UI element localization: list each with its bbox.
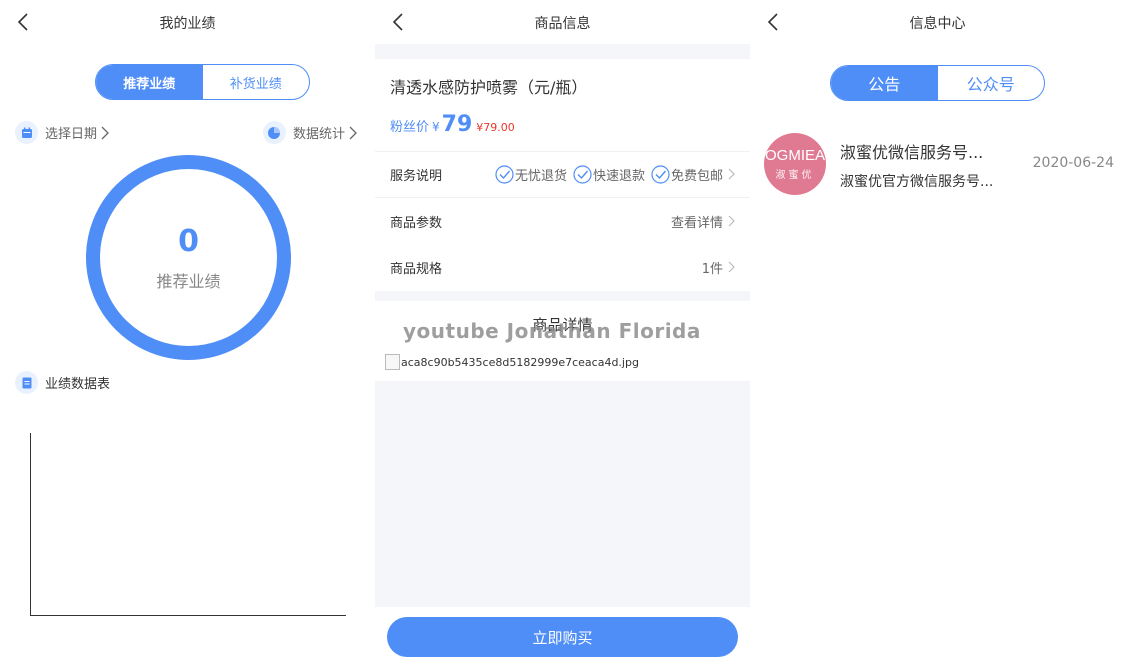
- pie-chart-icon: [262, 121, 286, 144]
- avatar: OGMIEA 淑蜜优: [764, 133, 826, 195]
- check-circle-icon: [573, 164, 592, 184]
- fan-price-label: 粉丝价: [390, 120, 430, 135]
- original-price: ¥79.00: [476, 121, 515, 134]
- select-date-label: 选择日期: [45, 127, 98, 142]
- page-title: 信息中心: [909, 16, 966, 32]
- buy-bar: 立即购买: [375, 607, 750, 667]
- page-title: 我的业绩: [159, 16, 216, 32]
- page-title: 商品信息: [534, 16, 591, 32]
- product-panel: 商品信息 清透水感防护喷雾（元/瓶） 粉丝价 ¥ 79 ¥79.00 服务说明 …: [375, 0, 750, 667]
- calendar-icon: [15, 121, 38, 144]
- params-value: 查看详情: [670, 215, 723, 231]
- message-title: 淑蜜优微信服务号...: [840, 143, 984, 162]
- service-item: 无忧退货: [495, 164, 567, 184]
- currency-symbol: ¥: [432, 120, 440, 134]
- navbar: 我的业绩: [0, 0, 375, 44]
- tab-announcement[interactable]: 公告: [831, 66, 938, 100]
- watermark-text: youtube Jonathan Florida: [403, 319, 701, 343]
- message-date: 2020-06-24: [1032, 155, 1114, 171]
- spec-label: 商品规格: [390, 261, 443, 277]
- buy-now-button[interactable]: 立即购买: [387, 617, 738, 657]
- separator-band: [375, 291, 750, 301]
- message-item[interactable]: OGMIEA 淑蜜优 淑蜜优微信服务号... 淑蜜优官方微信服务号... 202…: [764, 131, 1114, 197]
- service-item-label: 无忧退货: [514, 168, 567, 184]
- message-center-panel: 信息中心 公告 公众号 OGMIEA 淑蜜优 淑蜜优微信服务号... 淑蜜优官方…: [750, 0, 1125, 667]
- service-label: 服务说明: [390, 168, 443, 184]
- performance-label: 推荐业绩: [156, 271, 221, 291]
- message-tabs: 公告 公众号: [830, 65, 1045, 101]
- separator-band: [375, 44, 750, 59]
- chevron-right-icon: [101, 126, 109, 139]
- params-label: 商品参数: [390, 215, 443, 231]
- broken-image-icon: [385, 354, 400, 370]
- check-circle-icon: [651, 164, 670, 184]
- price-row: 粉丝价 ¥ 79 ¥79.00: [390, 112, 515, 137]
- service-row[interactable]: 服务说明 无忧退货 快速退款 免费包邮: [375, 151, 750, 197]
- service-item-label: 免费包邮: [670, 168, 723, 184]
- tab-official-account[interactable]: 公众号: [938, 66, 1045, 100]
- chevron-right-icon: [728, 215, 735, 227]
- avatar-subtext: 淑蜜优: [775, 170, 815, 181]
- service-item-label: 快速退款: [592, 168, 645, 184]
- broken-image: aca8c90b5435ce8d5182999e7ceaca4d.jpg: [385, 354, 639, 370]
- performance-ring: 0 推荐业绩: [86, 155, 291, 360]
- data-table-header: 业绩数据表: [15, 371, 110, 394]
- select-date-button[interactable]: 选择日期: [15, 121, 109, 144]
- performance-value: 0: [178, 223, 199, 259]
- service-items: 无忧退货 快速退款 免费包邮: [489, 164, 735, 184]
- spec-value: 1件: [701, 261, 723, 277]
- navbar: 商品信息: [375, 0, 750, 44]
- product-title: 清透水感防护喷雾（元/瓶）: [390, 78, 588, 97]
- chevron-right-icon: [349, 126, 357, 139]
- service-item: 免费包邮: [651, 164, 723, 184]
- check-circle-icon: [495, 164, 514, 184]
- broken-image-alt: aca8c90b5435ce8d5182999e7ceaca4d.jpg: [401, 355, 639, 369]
- chart-axes: [30, 433, 346, 616]
- performance-panel: 我的业绩 推荐业绩 补货业绩 选择日期 数据统计 0 推荐业绩 业绩数据表: [0, 0, 375, 667]
- performance-tabs: 推荐业绩 补货业绩: [95, 64, 310, 100]
- service-item: 快速退款: [573, 164, 645, 184]
- detail-image-area: [375, 381, 750, 609]
- data-table-title: 业绩数据表: [45, 377, 111, 392]
- message-subtitle: 淑蜜优官方微信服务号...: [840, 174, 994, 190]
- spec-view: 1件: [702, 258, 735, 277]
- spec-row[interactable]: 商品规格 1件: [375, 244, 750, 290]
- avatar-text: OGMIEA: [764, 147, 825, 164]
- params-row[interactable]: 商品参数 查看详情: [375, 198, 750, 244]
- navbar: 信息中心: [750, 0, 1125, 44]
- data-stats-label: 数据统计: [292, 127, 345, 142]
- params-view: 查看详情: [671, 212, 735, 231]
- chevron-right-icon: [728, 168, 735, 180]
- data-stats-button[interactable]: 数据统计: [262, 121, 357, 144]
- tab-restock-performance[interactable]: 补货业绩: [203, 65, 310, 99]
- price-value: 79: [441, 112, 473, 137]
- tab-recommend-performance[interactable]: 推荐业绩: [96, 65, 203, 99]
- document-icon: [15, 371, 38, 394]
- chevron-right-icon: [728, 261, 735, 273]
